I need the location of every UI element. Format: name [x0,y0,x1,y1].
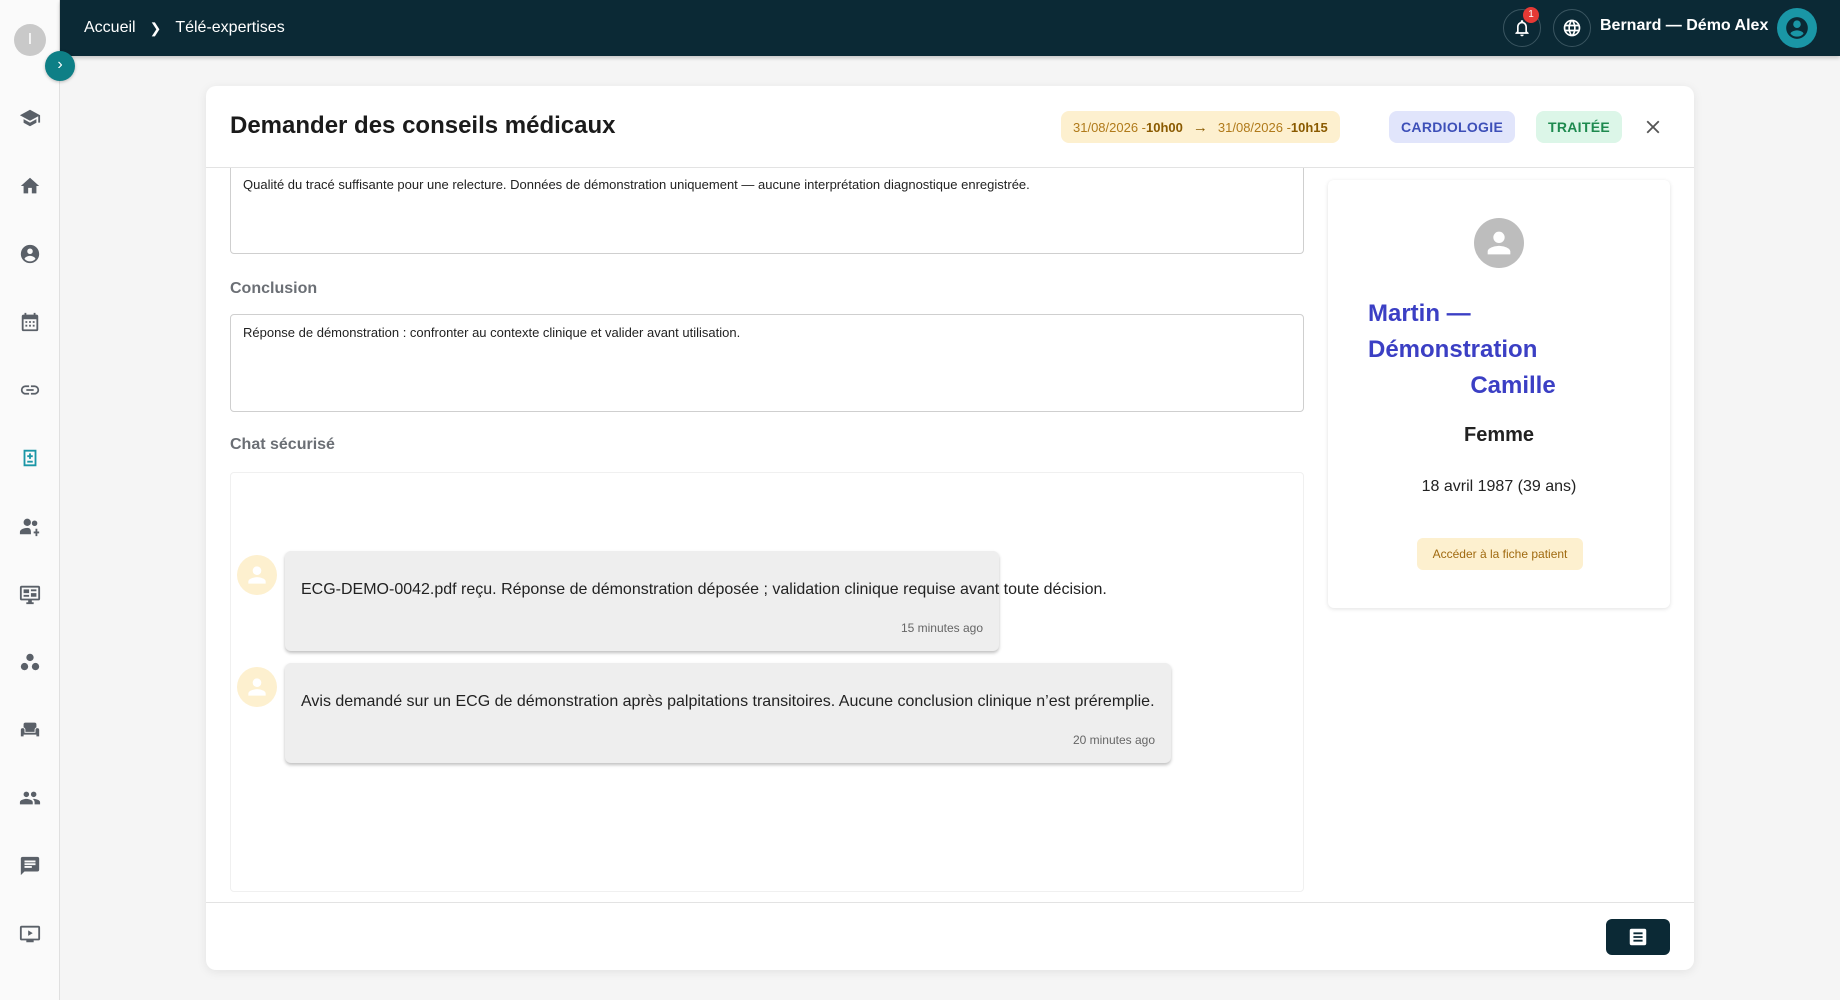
breadcrumb: Accueil ❯ Télé-expertises [84,0,285,56]
monitor-dashboard-icon [19,585,41,605]
chat-message-time: 15 minutes ago [900,621,983,635]
patient-sex: Femme [1463,424,1535,446]
people-icon [19,791,41,805]
sidebar-item-training[interactable] [14,102,46,134]
patient-birthdate: 18 avril 1987 (39 ans) [1421,478,1577,495]
notifications-button[interactable]: 1 [1503,7,1541,47]
specialty-badge: CARDIOLOGIE [1389,111,1516,143]
end-date: 31/08/2026 - [1217,119,1291,135]
status-badge: TRAITÉE [1536,111,1622,143]
close-icon [1646,120,1660,134]
sidebar-item-dashboard[interactable] [14,578,46,610]
conclusion-textarea[interactable]: Réponse de démonstration : confronter au… [230,314,1304,412]
secure-chat[interactable]: ECG-DEMO-0042.pdf reçu. Réponse de démon… [230,472,1304,892]
end-time: 10h15 [1290,119,1328,135]
top-app-bar: Accueil ❯ Télé-expertises 1 Bernard — Dé… [60,0,1840,56]
sidebar-item-doctor[interactable] [14,238,46,270]
patient-name: Martin — Démonstration Camille [1368,296,1628,404]
teleexpertise-dialog: Demander des conseils médicaux 31/08/202… [206,86,1694,970]
sidebar-item-messages[interactable] [14,850,46,882]
document-list-icon [1629,928,1647,946]
person-icon [248,678,266,696]
arrow-right-icon: → [1192,118,1208,136]
sidebar-item-calendar[interactable] [14,306,46,338]
language-button[interactable] [1553,9,1591,47]
sidebar-item-links[interactable] [14,374,46,406]
chat-message: ECG-DEMO-0042.pdf reçu. Réponse de démon… [285,551,1107,651]
breadcrumb-home-link[interactable]: Accueil [84,19,136,37]
chat-label: Chat sécurisé [230,436,335,453]
chevron-right-icon: ❯ [149,19,162,36]
person-icon [1487,231,1511,255]
home-icon [20,177,40,194]
sidebar-item-people[interactable] [14,782,46,814]
waiting-room-icon [20,722,40,737]
user-avatar[interactable] [1777,8,1817,48]
sidebar-item-groups[interactable] [14,510,46,542]
person-icon [248,566,266,584]
sidebar-item-video[interactable] [14,918,46,950]
dialog-body: Qualité du tracé suffisante pour une rel… [206,168,1694,902]
graduation-cap-icon [19,109,41,127]
start-date: 31/08/2026 - [1073,119,1147,135]
patient-name-line: Démonstration [1368,336,1538,363]
patient-avatar [1474,218,1524,268]
chat-message-text: ECG-DEMO-0042.pdf reçu. Réponse de démon… [301,581,1107,598]
chat-avatar [237,667,277,707]
video-icon [19,925,41,943]
patient-name-line: Camille [1470,372,1556,399]
chat-message-time: 20 minutes ago [1072,733,1155,747]
calendar-icon [21,312,39,332]
sidebar-item-workspaces[interactable] [14,646,46,678]
dialog-header: Demander des conseils médicaux 31/08/202… [206,86,1694,168]
chat-message: Avis demandé sur un ECG de démonstration… [285,663,1171,763]
schedule-chip: 31/08/2026 - 10h00 → 31/08/2026 - 10h15 [1061,111,1340,143]
sidebar-item-teleexpertise[interactable] [14,442,46,474]
dialog-title: Demander des conseils médicaux [230,112,616,139]
link-icon [20,385,40,395]
medical-consultation-icon [23,449,37,467]
chat-message-text: Avis demandé sur un ECG de démonstration… [301,693,1155,710]
account-circle-icon [1786,17,1808,39]
doctor-badge-icon [20,244,40,264]
workspaces-icon [20,653,40,671]
conclusion-label: Conclusion [230,280,318,297]
patient-record-button[interactable]: Accéder à la fiche patient [1417,538,1583,570]
group-add-icon [19,518,40,537]
user-name[interactable]: Bernard — Démo Alex [1600,0,1768,52]
chat-icon [20,856,40,876]
globe-icon [1563,19,1581,37]
chat-avatar [237,555,277,595]
notification-count-badge: 1 [1523,7,1539,23]
sidebar-item-waiting-room[interactable] [14,714,46,746]
patient-card: Martin — Démonstration Camille Femme 18 … [1328,180,1670,608]
sidebar: I › [0,0,75,1000]
sidebar-avatar[interactable]: I [14,24,46,56]
breadcrumb-current: Télé-expertises [175,19,285,36]
report-button[interactable] [1606,919,1670,955]
dialog-footer [206,902,1694,970]
observation-textarea[interactable]: Qualité du tracé suffisante pour une rel… [230,168,1304,254]
close-button[interactable] [1642,116,1664,138]
sidebar-toggle-button[interactable]: › [45,51,75,81]
patient-name-line: Martin — [1368,300,1471,327]
sidebar-item-home[interactable] [14,170,46,202]
start-time: 10h00 [1146,119,1183,135]
